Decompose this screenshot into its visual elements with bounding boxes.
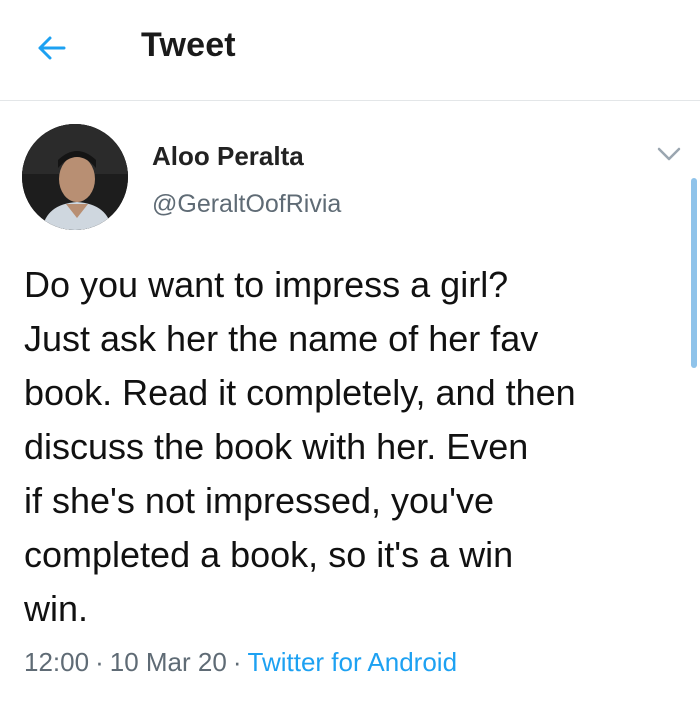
- back-arrow-icon[interactable]: [34, 30, 70, 66]
- avatar-image: [22, 124, 128, 230]
- tweet-meta: 12:00 · 10 Mar 20 · Twitter for Android: [24, 647, 457, 678]
- avatar[interactable]: [22, 124, 128, 230]
- tweet-text: Do you want to impress a girl? Just ask …: [24, 264, 576, 629]
- author-name[interactable]: Aloo Peralta: [152, 141, 304, 172]
- top-bar: Tweet: [0, 0, 700, 101]
- tweet-time: 12:00: [24, 647, 90, 677]
- tweet-source-link[interactable]: Twitter for Android: [248, 647, 458, 677]
- tweet-date: 10 Mar 20: [109, 647, 227, 677]
- separator: ·: [232, 647, 242, 677]
- author-handle[interactable]: @GeraltOofRivia: [152, 190, 341, 219]
- page-title: Tweet: [141, 26, 236, 64]
- separator: ·: [95, 647, 104, 677]
- chevron-down-icon[interactable]: [656, 146, 682, 162]
